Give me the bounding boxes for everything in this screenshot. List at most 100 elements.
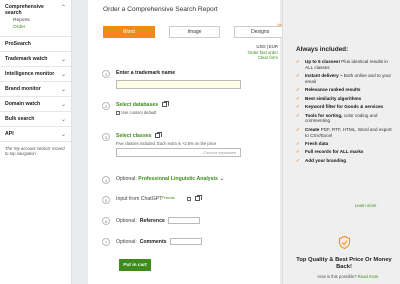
- sidebar-item-label: Bulk search: [5, 116, 35, 122]
- chatgpt-checkbox[interactable]: [186, 196, 191, 201]
- shield-icon: [339, 236, 350, 249]
- tab-label: Image: [187, 29, 202, 35]
- feature-item: ✓ Keyword filter for Goods & services: [296, 104, 392, 110]
- feature-bold: Instant delivery –: [305, 73, 343, 79]
- check-icon: ✓: [296, 112, 300, 118]
- sidebar-header: Comprehensive search ⌃ Reports Order: [0, 0, 71, 36]
- sidebar: Comprehensive search ⌃ Reports Order Pro…: [0, 0, 72, 284]
- step-label: Input from ChatGPT: [116, 196, 163, 202]
- check-icon: ✓: [296, 73, 300, 79]
- search-type-tabs: Word Image Designs New: [103, 23, 287, 38]
- feature-bold: Relevance ranked results: [305, 87, 361, 93]
- feature-list: ✓ Up to 5 classes! Plus identical results…: [283, 53, 400, 164]
- chevron-up-icon: ⌃: [60, 5, 66, 11]
- reference-row: Optional: Reference: [116, 217, 200, 224]
- put-in-cart-button[interactable]: Put in cart: [119, 259, 151, 271]
- optional-label: Optional:: [116, 217, 137, 224]
- feature-item: ✓ Instant delivery – Both online and to y…: [296, 73, 392, 85]
- classes-info: Five classes included. Each extra is +2.…: [116, 141, 217, 146]
- how-possible: How is this possible? Read more: [298, 274, 398, 279]
- feature-bold: Add your branding: [305, 157, 347, 163]
- custom-default-checkbox[interactable]: [116, 110, 120, 115]
- sidebar-item-label: API: [5, 131, 14, 137]
- classes-input[interactable]: Comma separated: [116, 148, 241, 157]
- chevron-down-icon: ⌄: [60, 116, 66, 123]
- step-label: Reference: [139, 217, 165, 224]
- step-linguistic-analysis: 4 Optional: Professional Linguistic Anal…: [102, 176, 224, 184]
- step-label: Comments: [139, 238, 167, 245]
- feature-bold: Create: [305, 126, 320, 132]
- sidebar-item-prosearch[interactable]: ProSearch: [0, 36, 71, 51]
- step-label: Professional Linguistic Analysis: [138, 176, 218, 182]
- tab-label: Designs: [251, 29, 270, 35]
- step-number: 2: [102, 102, 110, 110]
- checkbox-label: Use custom default: [121, 110, 157, 115]
- feature-item: ✓ Full records for ALL marks: [296, 149, 392, 155]
- check-icon: ✓: [296, 95, 300, 101]
- select-databases-link[interactable]: Select databases: [116, 101, 170, 108]
- step-number: 4: [102, 176, 110, 184]
- step-number: 6: [102, 217, 110, 225]
- sidebar-item-domain-watch[interactable]: Domain watch ⌄: [0, 96, 71, 111]
- step-reference: 6 Optional: Reference: [102, 217, 200, 225]
- page-title: Order a Comprehensive Search Report: [103, 6, 218, 13]
- select-classes-link[interactable]: Select classes: [116, 132, 241, 139]
- sidebar-item-label: Domain watch: [5, 101, 41, 107]
- tab-image[interactable]: Image: [168, 26, 221, 38]
- feature-item: ✓ Add your branding: [296, 158, 392, 164]
- check-icon: ✓: [296, 140, 300, 146]
- sidebar-sub-reports[interactable]: Reports: [5, 18, 66, 23]
- chatgpt-row: Input from ChatGPTPremium: [116, 195, 202, 202]
- chevron-down-icon: ⌄: [60, 71, 66, 78]
- feature-bold: Full records for ALL marks: [305, 149, 364, 155]
- check-icon: ✓: [296, 87, 300, 93]
- order-form: Order a Comprehensive Search Report Word…: [88, 0, 287, 284]
- comments-row: Optional: Comments: [116, 238, 202, 245]
- sidebar-sub-order[interactable]: Order: [5, 25, 66, 30]
- sidebar-item-trademark-watch[interactable]: Trademark watch ⌄: [0, 51, 71, 66]
- chevron-down-icon: ⌄: [219, 176, 225, 182]
- sidebar-item-label: ProSearch: [5, 41, 31, 47]
- sidebar-item-label: Intelligence monitor: [5, 71, 55, 77]
- how-prefix: How is this possible?: [317, 274, 357, 279]
- sidebar-note: The 'My account section' moved to top na…: [0, 141, 71, 160]
- custom-default-row: Use custom default: [116, 110, 167, 115]
- check-icon: ✓: [296, 157, 300, 163]
- copy-icon: [155, 132, 163, 139]
- step-label: Select classes: [116, 133, 152, 139]
- step-trademark-name: 1 Enter a trademark name: [102, 70, 241, 89]
- clear-form-link[interactable]: Clear form: [248, 55, 278, 61]
- sidebar-item-api[interactable]: API ⌄: [0, 126, 71, 141]
- copy-icon: [162, 101, 170, 108]
- sidebar-item-intelligence-monitor[interactable]: Intelligence monitor ⌄: [0, 66, 71, 81]
- linguistic-analysis-link[interactable]: Optional: Professional Linguistic Analys…: [116, 176, 224, 182]
- sidebar-item-bulk-search[interactable]: Bulk search ⌄: [0, 111, 71, 126]
- sidebar-item-brand-monitor[interactable]: Brand monitor ⌄: [0, 81, 71, 96]
- feature-bold: Keyword filter for Goods & services: [305, 104, 384, 110]
- feature-item: ✓ Tools for sorting, color coding and com…: [296, 113, 392, 125]
- check-icon: ✓: [296, 126, 300, 132]
- step-databases: 2 Select databases Use custom default: [102, 101, 170, 115]
- sidebar-item-label: Trademark watch: [5, 56, 48, 62]
- tab-designs[interactable]: Designs New: [234, 23, 287, 38]
- premium-badge: Premium: [162, 196, 176, 200]
- trademark-name-input[interactable]: [116, 80, 241, 89]
- feature-item: ✓ Create PDF, RTF, HTML, Word and export …: [296, 127, 392, 139]
- feature-bold: Tools for sorting,: [305, 112, 343, 118]
- read-more-link[interactable]: Read more: [358, 274, 379, 279]
- step-number: 5: [102, 196, 110, 204]
- tab-word[interactable]: Word: [103, 26, 155, 38]
- step-number: 3: [102, 133, 110, 141]
- check-icon: ✓: [296, 149, 300, 155]
- learn-more-link[interactable]: Learn more: [355, 203, 376, 208]
- sidebar-item-comprehensive-search[interactable]: Comprehensive search ⌃: [5, 4, 66, 16]
- feature-item: ✓ Best similarity algorithms: [296, 96, 392, 102]
- step-chatgpt: 5 Input from ChatGPTPremium: [102, 195, 202, 204]
- reference-input[interactable]: [167, 217, 200, 224]
- step-label: Select databases: [116, 102, 159, 108]
- sidebar-header-label: Comprehensive search: [5, 4, 44, 16]
- comments-input[interactable]: [169, 238, 202, 245]
- chevron-down-icon: ⌄: [60, 131, 66, 138]
- currency-links: USD | EUR Order fast order Clear form: [248, 44, 278, 61]
- check-icon: ✓: [296, 59, 300, 64]
